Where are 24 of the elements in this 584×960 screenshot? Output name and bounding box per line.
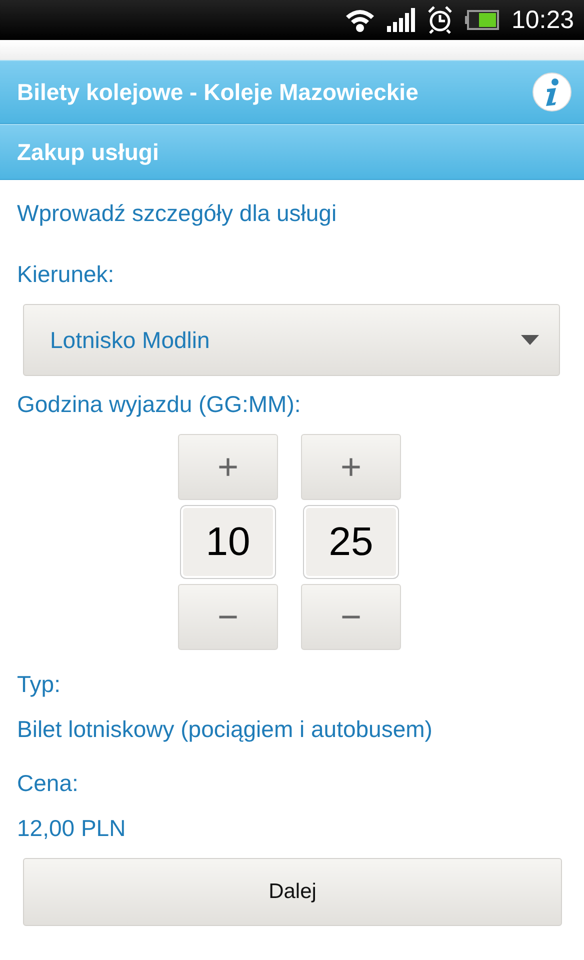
instruction-text: Wprowadź szczegóły dla usługi: [17, 199, 338, 227]
direction-dropdown[interactable]: Lotnisko Modlin: [23, 304, 560, 376]
increment-button[interactable]: +: [301, 434, 401, 500]
wifi-icon: [345, 7, 376, 33]
next-button[interactable]: Dalej: [23, 858, 562, 926]
clock-time: 10:23: [511, 6, 574, 34]
decrement-button[interactable]: −: [301, 584, 401, 650]
info-icon[interactable]: [532, 72, 572, 112]
number-field[interactable]: 10: [181, 506, 275, 578]
field-value: 12,00 PLN: [17, 814, 127, 842]
number-field[interactable]: 25: [304, 506, 398, 578]
section-title: Zakup usługi: [17, 138, 159, 166]
field-label: Typ:: [17, 670, 62, 698]
app-title: Bilety kolejowe - Koleje Mazowieckie: [17, 78, 418, 106]
decrement-button[interactable]: −: [178, 584, 278, 650]
field-value: Bilet lotniskowy (pociągiem i autobusem): [17, 715, 434, 743]
field-label: Kierunek:: [17, 260, 116, 288]
signal-icon: [387, 8, 416, 32]
increment-button[interactable]: +: [178, 434, 278, 500]
field-label: Godzina wyjazdu (GG:MM):: [17, 390, 302, 418]
battery-icon: [465, 10, 500, 30]
alarm-icon: [427, 6, 454, 34]
dropdown-arrow-icon: [521, 335, 539, 345]
field-label: Cena:: [17, 769, 80, 797]
